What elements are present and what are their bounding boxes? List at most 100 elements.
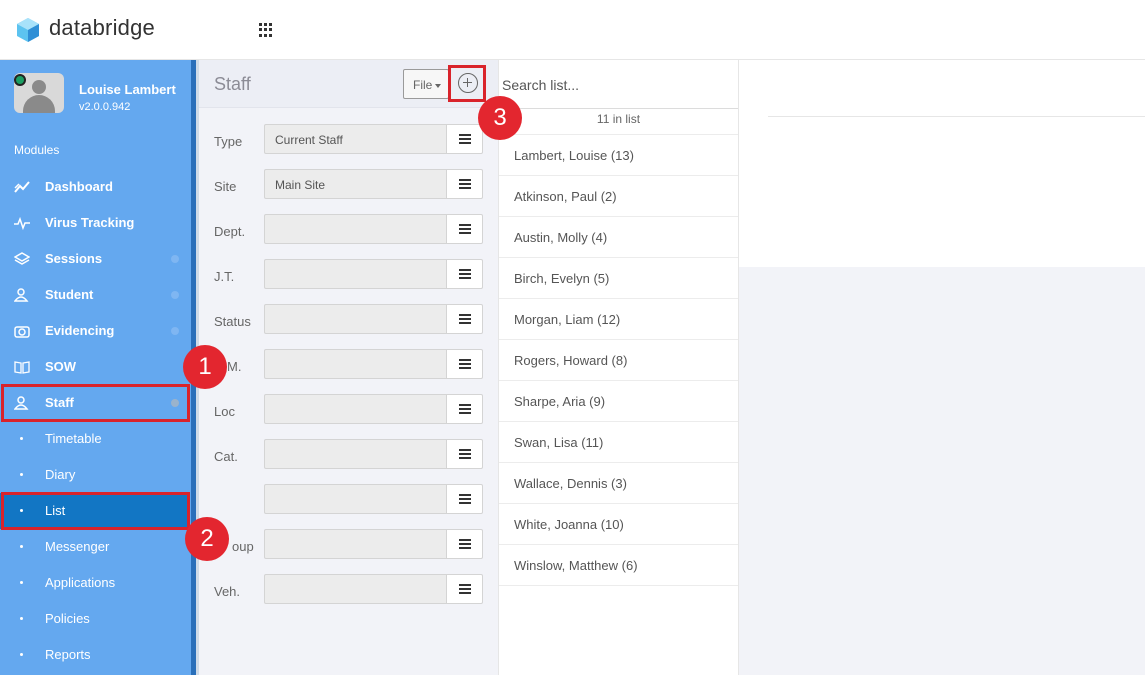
sidebar-subitem-label: Policies [45,611,90,626]
filter-veh-menu-button[interactable] [446,574,483,604]
sidebar-subitem-label: Diary [45,467,76,482]
filter-label-m: M. [227,359,242,374]
sidebar-item-label: Student [45,287,94,302]
menu-icon [459,584,471,594]
filter-m-menu-button[interactable] [446,349,483,379]
filter-type-select[interactable]: Current Staff [264,124,446,154]
expand-indicator-icon [171,255,179,263]
file-menu-button[interactable]: File [403,69,449,99]
filter-group-menu-button[interactable] [446,529,483,559]
sidebar-item-label: Dashboard [45,179,113,194]
top-bar: databridge [0,0,1145,60]
expand-indicator-icon [171,291,179,299]
sidebar-item-label: Evidencing [45,323,115,338]
bullet-icon [20,437,23,440]
list-item-label: Winslow, Matthew (6) [514,558,638,573]
filter-cat-menu-button[interactable] [446,439,483,469]
bullet-icon [20,581,23,584]
list-item-label: Rogers, Howard (8) [514,353,628,368]
filter-status-select[interactable] [264,304,446,334]
databridge-logo-icon [17,18,39,42]
layers-icon [14,252,30,265]
sidebar-subitem-timetable[interactable]: Timetable [0,421,190,457]
search-input[interactable] [499,69,737,101]
filter-m-select[interactable] [264,349,446,379]
filter-jt-select[interactable] [264,259,446,289]
filter-label-group: oup [232,539,254,554]
list-item-label: Atkinson, Paul (2) [514,189,617,204]
filter-group-select[interactable] [264,529,446,559]
list-item[interactable]: Lambert, Louise (13) [499,134,738,175]
filter-jt-menu-button[interactable] [446,259,483,289]
list-item[interactable]: Winslow, Matthew (6) [499,544,738,585]
list-item[interactable]: Atkinson, Paul (2) [499,175,738,216]
filter-veh-select[interactable] [264,574,446,604]
sidebar-subitem-diary[interactable]: Diary [0,457,190,493]
list-item-label: Swan, Lisa (11) [514,435,604,450]
bullet-icon [20,617,23,620]
step-badge-1: 1 [183,345,227,389]
menu-icon [459,134,471,144]
list-item[interactable]: Morgan, Liam (12) [499,298,738,339]
list-item[interactable]: Wallace, Dennis (3) [499,462,738,503]
list-item[interactable]: Swan, Lisa (11) [499,421,738,462]
sidebar-subitem-applications[interactable]: Applications [0,565,190,601]
filter-type-menu-button[interactable] [446,124,483,154]
app-version: v2.0.0.942 [79,101,131,113]
page-title: Staff [214,74,251,94]
sidebar-item-sessions[interactable]: Sessions [0,241,190,277]
list-item[interactable]: Austin, Molly (4) [499,216,738,257]
brand-name: databridge [49,15,155,40]
filter-loc-select[interactable] [264,394,446,424]
list-item[interactable]: White, Joanna (10) [499,503,738,544]
filter-label-status: Status [214,314,251,329]
online-status-icon [14,74,26,86]
sidebar-item-sow[interactable]: SOW [0,349,190,385]
chart-line-icon [14,181,30,193]
users-icon [14,288,29,302]
filter-cat-select[interactable] [264,439,446,469]
apps-grid-icon[interactable] [259,23,273,37]
menu-icon [459,449,471,459]
divider [499,108,738,109]
menu-icon [459,494,471,504]
filter-unnamed-menu-button[interactable] [446,484,483,514]
list-item[interactable]: Sharpe, Aria (9) [499,380,738,421]
list-item[interactable]: Birch, Evelyn (5) [499,257,738,298]
camera-icon [14,326,30,338]
filter-label-veh: Veh. [214,584,241,599]
filter-site-menu-button[interactable] [446,169,483,199]
sidebar-item-label: SOW [45,359,77,374]
sidebar-subitem-reports[interactable]: Reports [0,637,190,673]
list-item-label: Sharpe, Aria (9) [514,394,606,409]
sidebar-subitem-label: Messenger [45,539,110,554]
sidebar-item-evidencing[interactable]: Evidencing [0,313,190,349]
list-item[interactable]: Rogers, Howard (8) [499,339,738,380]
filter-status-menu-button[interactable] [446,304,483,334]
filter-label-cat: Cat. [214,449,238,464]
sidebar-subitem-label: Reports [45,647,91,662]
sidebar-subitem-policies[interactable]: Policies [0,601,190,637]
filter-label-site: Site [214,179,237,194]
sidebar-item-dashboard[interactable]: Dashboard [0,169,190,205]
sidebar-item-virus-tracking[interactable]: Virus Tracking [0,205,190,241]
divider [768,116,1145,117]
list-item-label: Lambert, Louise (13) [514,148,634,163]
pulse-icon [14,216,30,230]
list-count: 11 in list [596,112,641,126]
sidebar-subitem-label: Applications [45,575,116,590]
sidebar-item-student[interactable]: Student [0,277,190,313]
filter-label-dept: Dept. [214,224,246,239]
divider [499,585,738,586]
filter-loc-menu-button[interactable] [446,394,483,424]
filter-dept-select[interactable] [264,214,446,244]
filter-unnamed-select[interactable] [264,484,446,514]
filter-site-select[interactable]: Main Site [264,169,446,199]
filter-dept-menu-button[interactable] [446,214,483,244]
book-icon [14,361,30,374]
sidebar-subitem-messenger[interactable]: Messenger [0,529,190,565]
step-badge-2: 2 [185,517,229,561]
highlight-box-staff [1,384,190,422]
menu-icon [459,404,471,414]
modules-heading: Modules [14,143,60,157]
